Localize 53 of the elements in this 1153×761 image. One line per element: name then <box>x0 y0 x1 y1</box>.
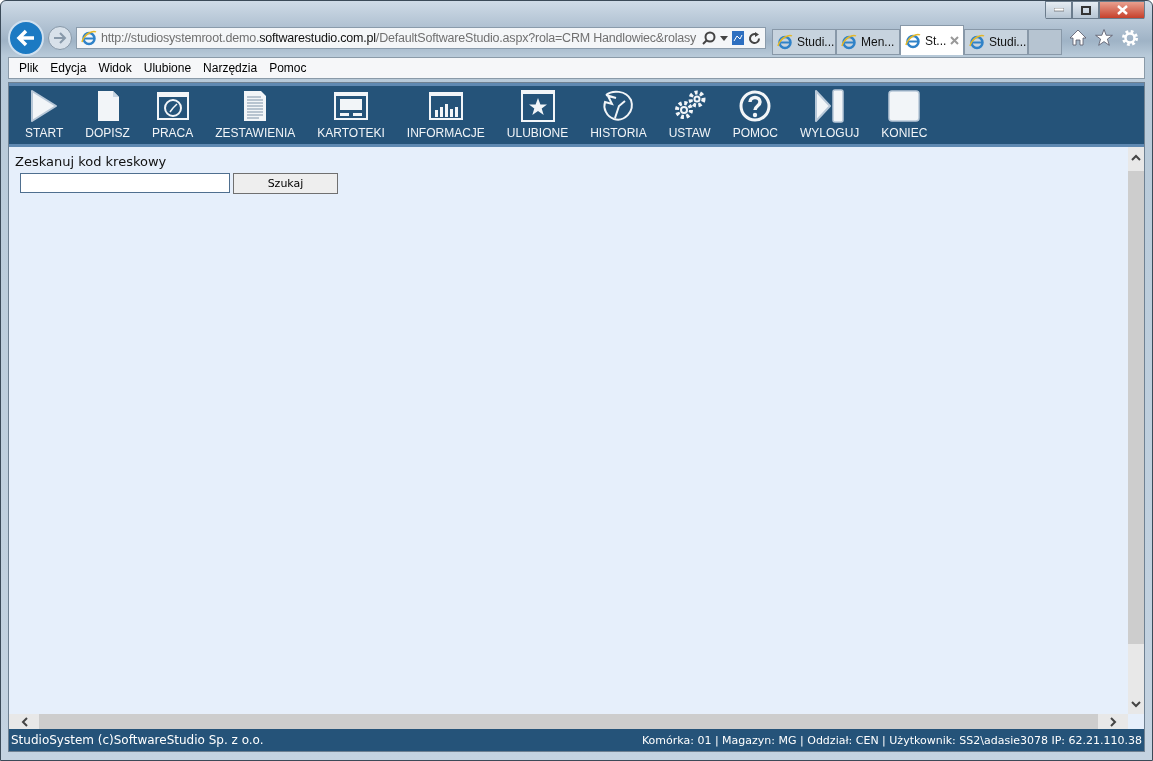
toolbar-button[interactable]: KARTOTEKI <box>306 86 396 144</box>
horizontal-scrollbar[interactable] <box>9 714 1128 729</box>
toolbar-button[interactable]: ULUBIONE <box>495 86 580 144</box>
menu-item[interactable]: Edycja <box>44 61 93 75</box>
session-info: Komórka: 01 | Magazyn: MG | Oddział: CEN | Użytkownik: SS2\adasie3078 IP: 62.21.110.38 <box>641 733 1142 747</box>
minimize-icon <box>1053 8 1064 12</box>
menu-item[interactable]: Pomoc <box>263 61 313 75</box>
browser-tab[interactable]: Studi... <box>772 29 836 55</box>
menu-item[interactable]: Widok <box>92 61 138 75</box>
back-button[interactable] <box>8 20 44 56</box>
home-icon[interactable] <box>1069 29 1087 46</box>
close-button[interactable] <box>1099 1 1145 19</box>
toolbar-button[interactable]: USTAW <box>657 86 722 144</box>
toolbar-icon <box>519 88 556 124</box>
browser-icon <box>905 32 921 49</box>
toolbar-icon <box>886 88 923 124</box>
browser-icon <box>841 34 857 50</box>
close-icon <box>1116 5 1128 15</box>
toolbar-button[interactable]: KONIEC <box>870 86 939 144</box>
copyright-text: StudioSystem (c)SoftwareStudio Sp. z o.o. <box>11 733 264 747</box>
menu-item[interactable]: Plik <box>13 61 45 75</box>
maximize-icon <box>1080 5 1091 15</box>
dropdown-icon <box>720 35 728 41</box>
browser-tab[interactable]: St... <box>900 25 964 55</box>
close-tab-icon[interactable] <box>950 36 960 45</box>
maximize-button[interactable] <box>1072 1 1099 19</box>
browser-icon <box>969 34 985 50</box>
toolbar-button[interactable]: POMOC <box>721 86 789 144</box>
left-arrow-icon <box>16 29 36 47</box>
toolbar-button[interactable]: ZESTAWIENIA <box>204 86 307 144</box>
toolbar-button[interactable]: WYLOGUJ <box>789 86 871 144</box>
toolbar-button[interactable]: HISTORIA <box>579 86 658 144</box>
search-button[interactable]: Szukaj <box>233 173 338 194</box>
browser-icon <box>777 34 793 50</box>
toolbar-button[interactable]: DOPISZ <box>74 86 141 144</box>
browser-tab[interactable]: Men... <box>836 29 900 55</box>
right-arrow-icon <box>53 32 67 44</box>
scan-label: Zeskanuj kod kreskowy <box>15 154 168 169</box>
barcode-input[interactable] <box>20 173 230 193</box>
toolbar-button[interactable]: INFORMACJE <box>395 86 496 144</box>
toolbar-button[interactable]: START <box>14 86 75 144</box>
browser-icon <box>81 30 97 46</box>
browser-tab[interactable]: Studi... <box>964 29 1028 55</box>
search-icon <box>702 31 716 45</box>
menu-item[interactable]: Narzędzia <box>197 61 264 75</box>
toolbar-button[interactable]: PRACA <box>140 86 205 144</box>
minimize-button[interactable] <box>1045 1 1072 19</box>
star-icon[interactable] <box>1095 29 1113 46</box>
menu-item[interactable]: Ulubione <box>137 61 198 75</box>
vertical-scrollbar[interactable] <box>1128 147 1144 714</box>
address-bar[interactable]: http://studiosystemroot.demo.softwarestudio.com.pl/DefaultSoftwareStudio.aspx?rola=CRM Handlowiec&rolasy <box>76 27 766 49</box>
refresh-icon <box>748 31 761 45</box>
url-text: http://studiosystemroot.demo.softwarestudio.com.pl/DefaultSoftwareStudio.aspx?rola=CRM Handlowiec&rolasy <box>101 31 698 45</box>
